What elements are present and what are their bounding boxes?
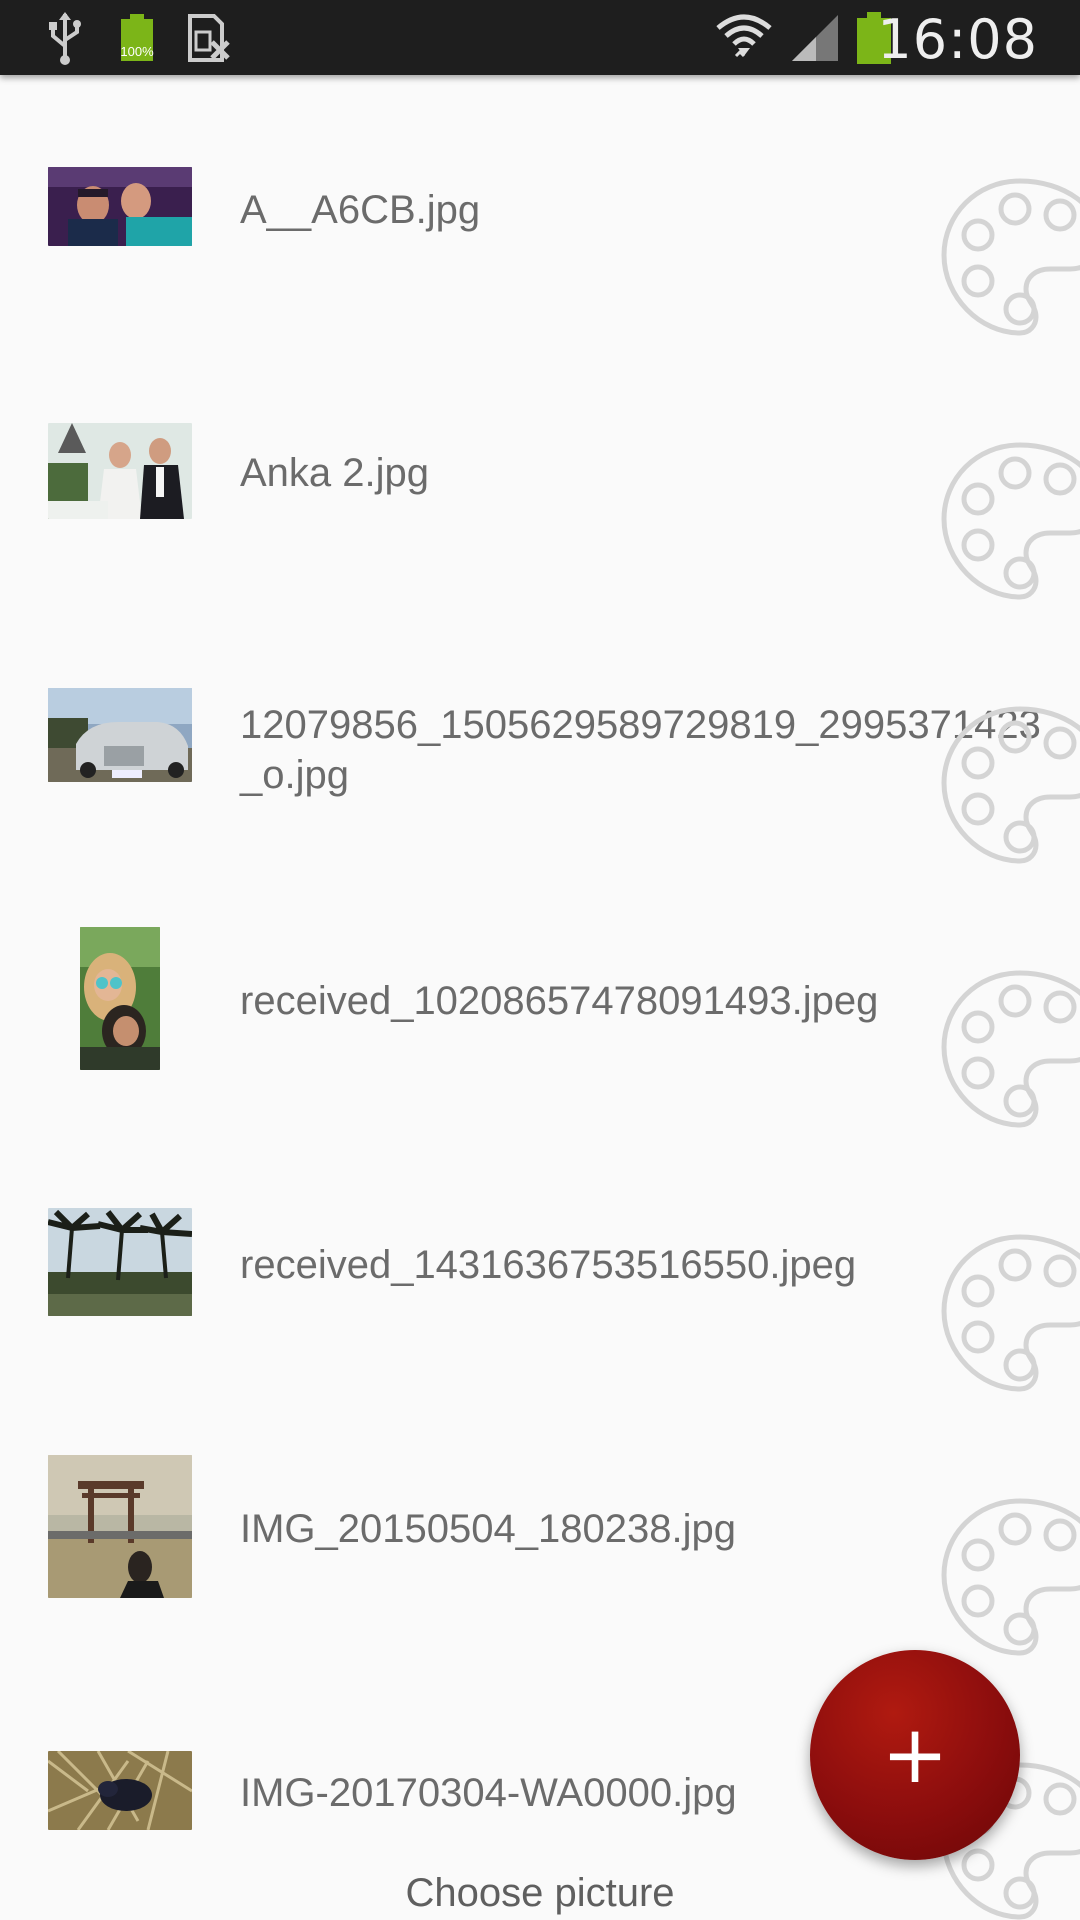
signal-icon <box>790 0 840 75</box>
wifi-icon <box>712 0 776 75</box>
palette-icon[interactable] <box>940 1497 1080 1657</box>
palette-icon[interactable] <box>940 441 1080 601</box>
clock: 16:08 <box>877 8 1038 71</box>
status-bar: 100% 16:08 <box>0 0 1080 75</box>
battery-percent-label: 100% <box>120 44 154 59</box>
list-item[interactable]: IMG_20150504_180238.jpg <box>0 1395 1080 1659</box>
list-item[interactable]: 12079856_1505629589729819_2995371423 _o.… <box>0 603 1080 867</box>
thumbnail-image <box>48 423 192 519</box>
usb-icon <box>40 0 90 75</box>
palette-icon[interactable] <box>940 177 1080 337</box>
palette-icon[interactable] <box>940 1233 1080 1393</box>
list-item[interactable]: Anka 2.jpg <box>0 339 1080 603</box>
choose-picture-label[interactable]: Choose picture <box>0 1866 1080 1920</box>
list-item[interactable]: A__A6CB.jpg <box>0 75 1080 339</box>
add-icon: + <box>881 1708 949 1801</box>
palette-icon[interactable] <box>940 705 1080 865</box>
thumbnail-image <box>80 927 160 1070</box>
thumbnail-image <box>48 167 192 246</box>
palette-icon[interactable] <box>940 969 1080 1129</box>
thumbnail-image <box>48 1455 192 1598</box>
list-item[interactable]: received_1431636753516550.jpeg <box>0 1131 1080 1395</box>
battery-icon: 100% <box>112 0 162 75</box>
list-item[interactable]: received_10208657478091493.jpeg <box>0 867 1080 1131</box>
add-picture-button[interactable]: + <box>810 1650 1020 1860</box>
thumbnail-image <box>48 1208 192 1316</box>
file-list[interactable]: A__A6CB.jpg Anka 2.jpg 12079856_15056295… <box>0 75 1080 1920</box>
thumbnail-image <box>48 688 192 782</box>
thumbnail-image <box>48 1751 192 1830</box>
sim-card-icon <box>183 0 233 75</box>
